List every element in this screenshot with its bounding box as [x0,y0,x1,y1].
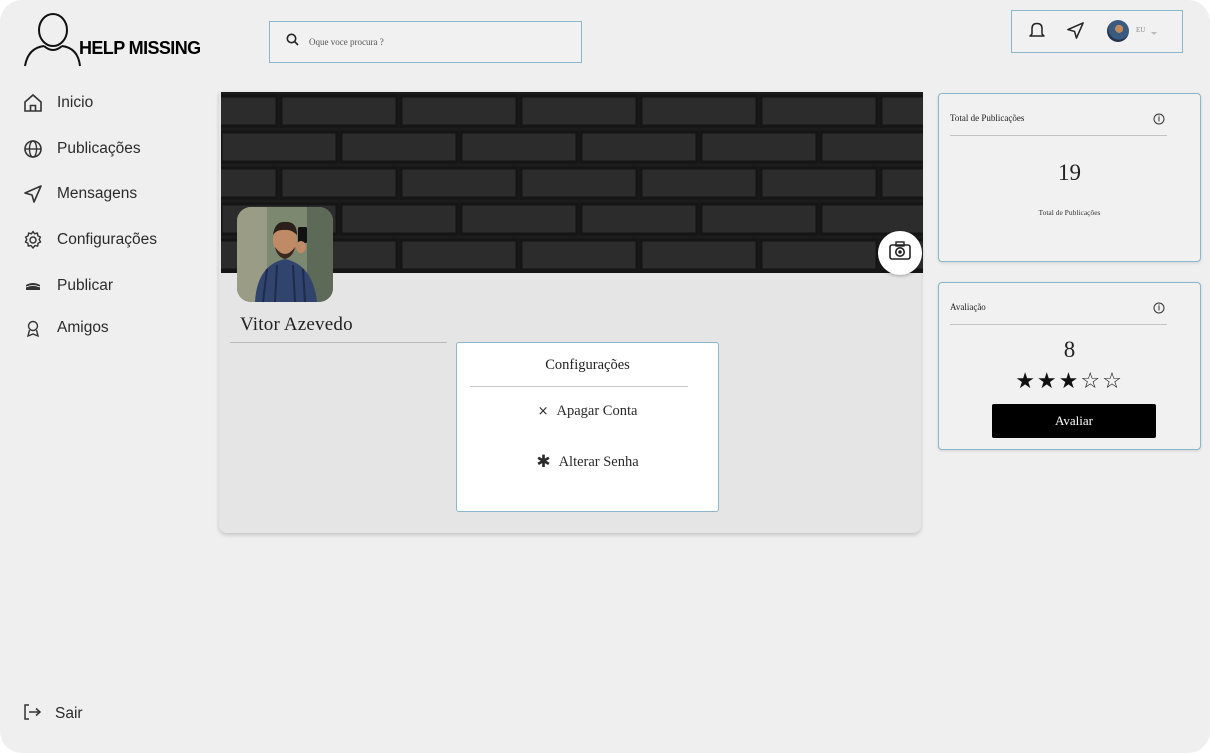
sidebar: HELP MISSING Inicio Publicações Mensagen… [0,0,215,753]
sidebar-item-label: Configurações [57,231,157,248]
settings-panel: Configurações × Apagar Conta ✱ Alterar S… [456,342,719,512]
brand-name: HELP MISSING [79,38,201,58]
delete-account-label: Apagar Conta [556,403,638,419]
divider [230,342,447,343]
divider [950,135,1167,136]
sidebar-item-publicar[interactable]: Publicar [22,271,202,301]
send-icon[interactable] [1066,21,1085,40]
logout-button[interactable]: Sair [22,699,83,729]
avatar[interactable] [1107,20,1129,42]
person-logo-icon [24,13,81,67]
send-icon [22,183,44,205]
rating-stars: ★★★☆☆ [1015,369,1124,394]
change-password-label: Alterar Senha [558,453,639,470]
change-password-button[interactable]: ✱ Alterar Senha [457,452,718,472]
camera-icon [888,240,912,267]
info-icon[interactable] [1153,301,1165,319]
search-input[interactable]: Oque voce procura ? [269,21,582,63]
card-title: Total de Publicações [950,113,1025,123]
change-cover-button[interactable] [878,231,922,275]
globe-icon [22,138,44,160]
rating-value: 8 [1063,337,1076,362]
inbox-tray-icon [22,275,44,297]
home-icon [22,92,44,114]
user-label[interactable]: EU [1136,26,1145,34]
sidebar-item-label: Publicar [57,277,113,294]
profile-avatar[interactable] [237,207,333,302]
rate-button[interactable]: Avaliar [992,404,1156,438]
search-icon [286,33,299,51]
app-window: HELP MISSING Inicio Publicações Mensagen… [0,0,1210,753]
card-title: Avaliação [950,302,986,312]
logout-label: Sair [55,705,83,722]
sidebar-item-publicacoes[interactable]: Publicações [22,134,202,164]
settings-title: Configurações [545,357,630,373]
divider [950,324,1167,325]
publications-caption: Total de Publicações [1038,208,1101,217]
profile-name: Vitor Azevedo [240,314,353,335]
asterisk-icon: ✱ [536,452,551,472]
sidebar-item-label: Inicio [57,94,94,111]
brand-logo[interactable]: HELP MISSING [22,8,212,70]
delete-account-button[interactable]: × Apagar Conta [457,403,718,420]
close-icon: × [537,404,549,419]
info-icon[interactable] [1153,112,1165,130]
logout-icon [22,702,42,727]
sidebar-item-inicio[interactable]: Inicio [22,88,202,118]
sidebar-item-configuracoes[interactable]: Configurações [22,225,202,255]
rating-card: Avaliação 8 ★★★☆☆ Avaliar [938,282,1201,450]
sidebar-item-mensagens[interactable]: Mensagens [22,179,202,209]
gear-icon [22,229,44,251]
publications-count: 19 [1058,160,1081,185]
award-icon [22,317,44,339]
publications-card: Total de Publicações 19 Total de Publica… [938,93,1201,262]
sidebar-item-label: Publicações [57,140,141,157]
bell-icon[interactable] [1028,21,1046,41]
sidebar-item-amigos[interactable]: Amigos [22,313,202,343]
sidebar-item-label: Amigos [57,319,109,336]
user-toolbar: EU [1011,10,1183,53]
search-placeholder: Oque voce procura ? [309,37,384,47]
sidebar-item-label: Mensagens [57,185,138,202]
divider [470,386,688,387]
chevron-down-icon[interactable] [1150,24,1158,42]
